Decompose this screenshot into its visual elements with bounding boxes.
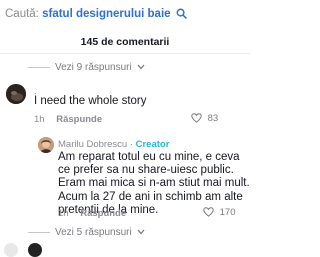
comment-meta: 1h Răspunde bbox=[58, 208, 126, 219]
avatar[interactable] bbox=[38, 137, 54, 153]
comment-time: 1h bbox=[34, 114, 45, 125]
creator-badge: Creator bbox=[135, 139, 170, 150]
separator: · bbox=[129, 139, 133, 150]
view-replies-button[interactable]: Vezi 5 răspunsuri bbox=[55, 227, 145, 238]
author-name: Marilu Dobrescu bbox=[58, 139, 128, 150]
reply-button[interactable]: Răspunde bbox=[56, 114, 102, 125]
chevron-down-icon bbox=[137, 229, 144, 235]
like-button[interactable]: 83 bbox=[191, 113, 218, 124]
avatar[interactable] bbox=[4, 243, 18, 257]
view-replies-button[interactable]: Vezi 9 răspunsuri bbox=[55, 62, 145, 73]
heart-icon bbox=[191, 113, 202, 123]
thread-line bbox=[28, 67, 50, 68]
comment-author[interactable]: Marilu Dobrescu · Creator bbox=[58, 139, 169, 150]
like-count: 83 bbox=[207, 113, 219, 124]
search-header[interactable]: Caută: sfatul designerului baie bbox=[0, 0, 250, 30]
search-query-text[interactable]: sfatul designerului baie bbox=[42, 8, 170, 20]
view-replies-label: Vezi 5 răspunsuri bbox=[55, 227, 132, 238]
comment-text: I need the whole story bbox=[34, 95, 147, 107]
comment-time: 1h bbox=[58, 208, 69, 219]
avatar[interactable] bbox=[28, 243, 42, 257]
comments-count: 145 de comentarii bbox=[80, 36, 170, 48]
comment-meta: 1h Răspunde bbox=[34, 114, 102, 125]
search-icon[interactable] bbox=[176, 8, 187, 19]
like-count: 170 bbox=[219, 207, 236, 218]
search-query[interactable]: Caută: sfatul designerului baie bbox=[5, 8, 187, 20]
heart-icon bbox=[203, 207, 214, 217]
avatar[interactable] bbox=[6, 84, 26, 104]
like-button[interactable]: 170 bbox=[203, 207, 236, 218]
divider bbox=[0, 53, 250, 54]
thread-line bbox=[28, 232, 50, 233]
reply-button[interactable]: Răspunde bbox=[80, 208, 126, 219]
chevron-down-icon bbox=[137, 64, 144, 70]
search-prefix: Caută: bbox=[5, 8, 39, 20]
view-replies-label: Vezi 9 răspunsuri bbox=[55, 62, 132, 73]
